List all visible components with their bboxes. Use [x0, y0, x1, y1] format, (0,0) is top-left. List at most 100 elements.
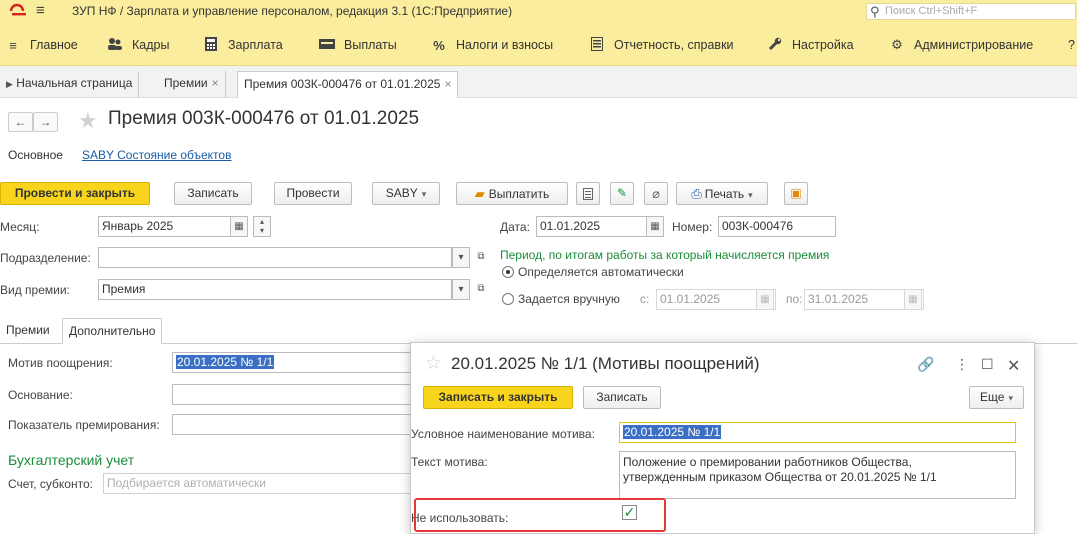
- link-icon[interactable]: 🔗: [917, 356, 934, 373]
- dt-kt-icon[interactable]: ✎: [610, 182, 634, 205]
- calculator-icon: [202, 36, 220, 54]
- menu-admin[interactable]: ⚙ Администрирование: [888, 36, 1033, 54]
- department-dropdown-icon[interactable]: ▾: [452, 247, 470, 268]
- dialog-save-button[interactable]: Записать: [583, 386, 661, 409]
- search-icon: ⚲: [870, 4, 880, 19]
- menu-main[interactable]: ≡ Главное: [4, 36, 78, 54]
- dialog-title: 20.01.2025 № 1/1 (Мотивы поощрений): [451, 354, 760, 373]
- wrench-icon: [766, 37, 784, 54]
- gear-icon: ⚙: [891, 37, 903, 52]
- department-open-icon[interactable]: ⧉: [472, 247, 490, 268]
- nav-main-link[interactable]: Основное: [8, 148, 63, 162]
- search-placeholder: Поиск Ctrl+Shift+F: [885, 5, 978, 17]
- tab-premii[interactable]: Премии ×: [158, 71, 226, 98]
- radio-auto[interactable]: [502, 266, 514, 278]
- print-dropdown-button[interactable]: ⎙ Печать ▾: [676, 182, 768, 205]
- dropdown-arrow-icon: ▾: [1008, 393, 1013, 403]
- favorite-star-icon[interactable]: ★: [78, 108, 98, 134]
- indicator-label: Показатель премирования:: [8, 418, 160, 432]
- menu-salary[interactable]: Зарплата: [202, 36, 283, 54]
- not-use-checkbox[interactable]: ✓: [622, 505, 637, 520]
- from-label: с:: [640, 292, 650, 306]
- menu-reports[interactable]: Отчетность, справки: [588, 36, 734, 54]
- number-label: Номер:: [672, 220, 713, 234]
- calendar-icon[interactable]: ▦: [756, 289, 774, 310]
- nav-saby-link[interactable]: SABY Состояние объектов: [82, 148, 231, 162]
- period-title: Период, по итогам работы за который начи…: [500, 248, 830, 262]
- accounting-section-title: Бухгалтерский учет: [8, 452, 135, 468]
- motive-name-label: Условное наименование мотива:: [411, 427, 595, 441]
- attachment-icon[interactable]: ⌀: [644, 182, 668, 205]
- close-icon[interactable]: ✕: [1007, 356, 1020, 376]
- maximize-icon[interactable]: ☐: [981, 356, 994, 373]
- dropdown-arrow-icon: ▾: [748, 190, 753, 200]
- bonus-type-open-icon[interactable]: ⧉: [472, 279, 490, 300]
- post-button[interactable]: Провести: [274, 182, 352, 205]
- account-label: Счет, субконто:: [8, 477, 93, 491]
- bonus-type-dropdown-icon[interactable]: ▾: [452, 279, 470, 300]
- money-icon: [318, 38, 336, 53]
- create-based-on-icon[interactable]: ▣: [784, 182, 808, 205]
- tab-premii-table[interactable]: Премии: [0, 318, 56, 344]
- motive-name-field[interactable]: 20.01.2025 № 1/1: [619, 422, 1016, 443]
- menu-hr[interactable]: Кадры: [106, 36, 169, 54]
- radio-manual-label[interactable]: Задается вручную: [518, 292, 620, 306]
- more-dropdown-button[interactable]: Еще ▾: [969, 386, 1024, 409]
- calendar-icon[interactable]: ▦: [230, 216, 248, 237]
- date-field[interactable]: 01.01.2025: [536, 216, 664, 237]
- favorite-star-icon[interactable]: ☆: [425, 352, 442, 375]
- radio-manual[interactable]: [502, 293, 514, 305]
- global-search-input[interactable]: ⚲ Поиск Ctrl+Shift+F: [866, 3, 1076, 20]
- motive-text-label: Текст мотива:: [411, 455, 488, 469]
- people-icon: [106, 37, 124, 54]
- close-icon[interactable]: ×: [444, 77, 451, 91]
- 1c-logo-icon[interactable]: [8, 3, 28, 19]
- more-actions-icon[interactable]: ⋮: [955, 356, 969, 373]
- close-icon[interactable]: ×: [212, 76, 219, 90]
- bonus-type-field[interactable]: Премия: [98, 279, 452, 300]
- motive-text-field[interactable]: Положение о премировании работников Обще…: [619, 451, 1016, 499]
- calendar-icon[interactable]: ▦: [646, 216, 664, 237]
- menu-help[interactable]: ?: [1068, 36, 1075, 54]
- department-field[interactable]: [98, 247, 452, 268]
- tab-additional[interactable]: Дополнительно: [62, 318, 163, 344]
- number-field[interactable]: 003К-000476: [718, 216, 836, 237]
- month-field[interactable]: Январь 2025: [98, 216, 248, 237]
- account-field[interactable]: Подбирается автоматически: [103, 473, 413, 494]
- main-menu-icon[interactable]: ≡: [36, 2, 52, 20]
- basis-label: Основание:: [8, 388, 73, 402]
- menu-taxes[interactable]: % Налоги и взносы: [430, 36, 553, 54]
- bonus-type-label: Вид премии:: [0, 283, 70, 297]
- dropdown-arrow-icon: ▾: [421, 189, 427, 199]
- department-label: Подразделение:: [0, 251, 91, 265]
- open-windows-bar: ▶ Начальная страница Премии × Премия 003К…: [0, 66, 1077, 98]
- title-bar: ≡ ЗУП НФ / Зарплата и управление персона…: [0, 0, 1077, 22]
- month-stepper[interactable]: ▴ ▾: [253, 216, 271, 237]
- month-label: Месяц:: [0, 220, 40, 234]
- post-and-close-button[interactable]: Провести и закрыть: [0, 182, 150, 205]
- menu-payments[interactable]: Выплаты: [318, 36, 397, 54]
- percent-icon: %: [433, 37, 445, 53]
- window-title: ЗУП НФ / Зарплата и управление персонало…: [72, 4, 513, 18]
- save-button[interactable]: Записать: [174, 182, 252, 205]
- menu-settings[interactable]: Настройка: [766, 36, 854, 54]
- home-arrow-icon: ▶: [6, 79, 13, 89]
- tab-home[interactable]: ▶ Начальная страница: [0, 71, 140, 98]
- wallet-icon: ▰: [474, 186, 485, 201]
- tab-document[interactable]: Премия 003К-000476 от 01.01.2025 ×: [237, 71, 459, 98]
- section-panel: ≡ Главное Кадры Зарплата Выплаты % Налоги …: [0, 22, 1077, 66]
- basis-field[interactable]: [172, 384, 412, 405]
- pay-button[interactable]: ▰ Выплатить: [456, 182, 568, 205]
- calendar-icon[interactable]: ▦: [904, 289, 922, 310]
- motive-field[interactable]: 20.01.2025 № 1/1: [172, 352, 412, 373]
- printer-icon: ⎙: [691, 186, 702, 201]
- radio-auto-label[interactable]: Определяется автоматически: [518, 265, 684, 279]
- document-list-icon[interactable]: [576, 182, 600, 205]
- back-button[interactable]: ←: [8, 112, 33, 132]
- indicator-field[interactable]: [172, 414, 412, 435]
- saby-dropdown-button[interactable]: SABY ▾: [372, 182, 440, 205]
- page-title: Премия 003К-000476 от 01.01.2025: [108, 108, 420, 129]
- hamburger-icon: ≡: [9, 37, 17, 53]
- forward-button[interactable]: →: [33, 112, 58, 132]
- save-and-close-button[interactable]: Записать и закрыть: [423, 386, 573, 409]
